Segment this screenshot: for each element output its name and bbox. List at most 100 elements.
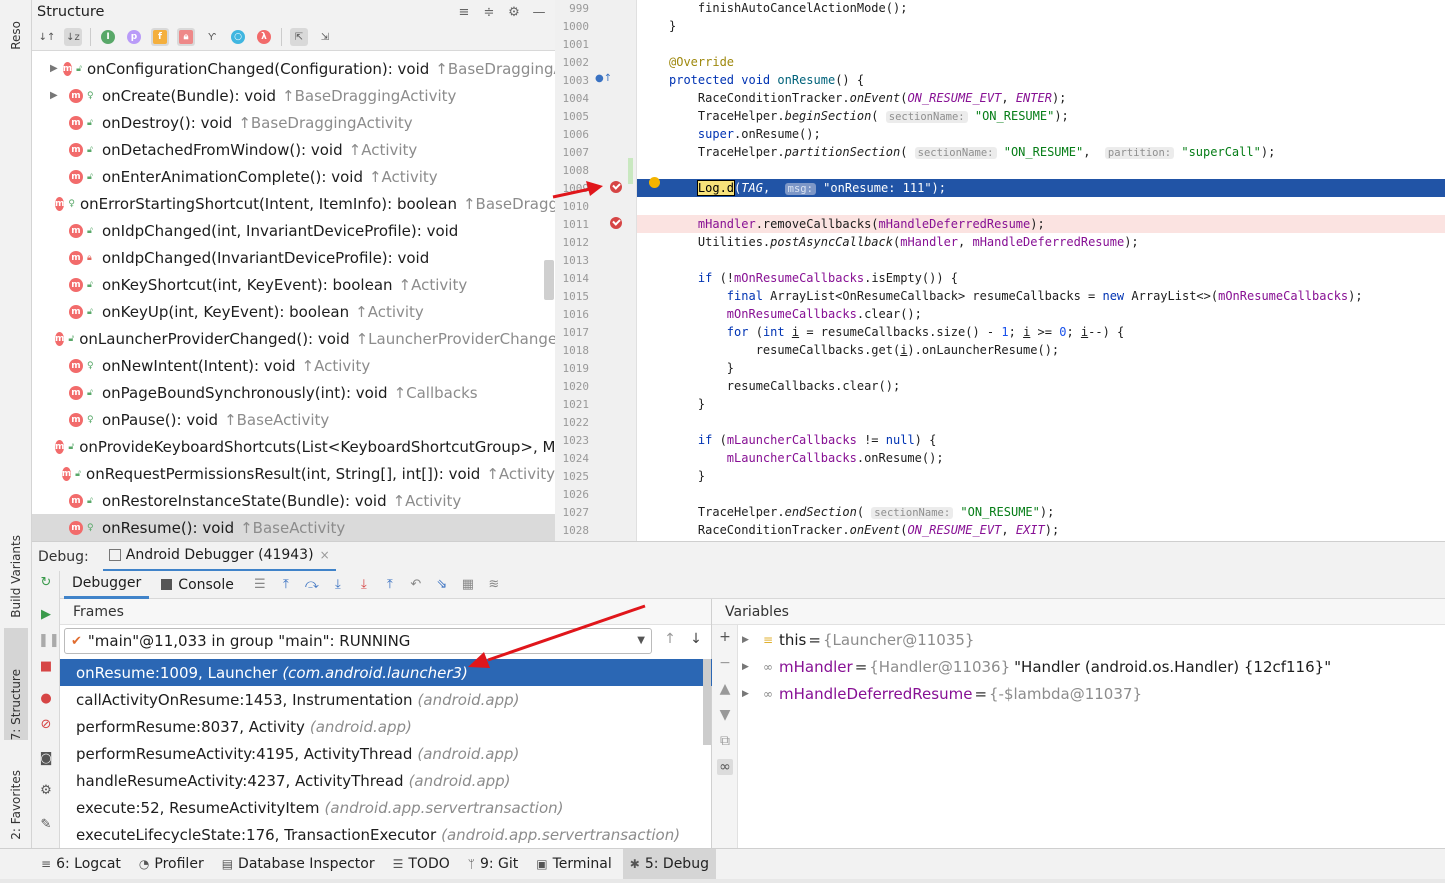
chevron-right-icon[interactable]: ▶ (742, 635, 752, 645)
thread-selector[interactable]: ✔ "main"@11,033 in group "main": RUNNING… (64, 628, 652, 654)
structure-item[interactable]: m 🔓︎ onLauncherProviderChanged(): void ↑Lau… (32, 325, 555, 352)
pause-icon[interactable]: ❚❚ (38, 633, 60, 649)
structure-item[interactable]: m 🔓︎ onDetachedFromWindow(): void ↑Activity (32, 136, 555, 163)
step-out-icon[interactable]: ⤒ (382, 577, 398, 593)
layout-menu-icon[interactable]: ☰ (252, 577, 268, 593)
add-watch-icon[interactable]: + (717, 629, 733, 645)
frame-item[interactable]: performResumeActivity:4195, ActivityThre… (60, 740, 712, 767)
tool-tab-resource-manager[interactable]: Reso (4, 0, 28, 50)
frame-item[interactable]: execute:52, ResumeActivityItem (android.a… (60, 794, 712, 821)
bottom-tab[interactable]: ◔ Profiler (132, 849, 211, 880)
structure-scrollbar[interactable] (544, 260, 554, 300)
method-icon: m (55, 196, 65, 211)
structure-item[interactable]: m 🔒︎ onIdpChanged(InvariantDeviceProfile):… (32, 244, 555, 271)
structure-item[interactable]: m 🔓︎ onKeyShortcut(int, KeyEvent): boolean… (32, 271, 555, 298)
collapse-all-icon[interactable]: ≑ (480, 3, 498, 21)
variable-item[interactable]: ▶ ∞ mHandleDeferredResume = {-$lambda@11037} (738, 680, 1142, 707)
editor-gutter[interactable]: 999 1000 1001 1002 1003 ●↑ 1004 1005 1006 1007 100… (555, 0, 637, 541)
bottom-tab[interactable]: ▤ Database Inspector (215, 849, 382, 880)
stop-icon[interactable]: ■ (38, 659, 54, 675)
chevron-right-icon[interactable]: ▶ (50, 63, 58, 74)
lambdas-icon[interactable]: Ƴ (203, 28, 221, 46)
fields-icon[interactable]: f (151, 28, 169, 46)
move-up-icon[interactable]: ▲ (717, 681, 733, 697)
bottom-tab[interactable]: ☰ TODO (386, 849, 457, 880)
structure-item[interactable]: m 🔓︎ onPageBoundSynchronously(int): void ↑C… (32, 379, 555, 406)
remove-watch-icon[interactable]: − (717, 655, 733, 671)
bottom-tab[interactable]: ▣ Terminal (529, 849, 619, 880)
properties-icon[interactable]: p (125, 28, 143, 46)
breakpoint-icon[interactable] (610, 217, 622, 229)
frame-item[interactable]: callActivityOnResume:1453, Instrumentati… (60, 686, 712, 713)
structure-item[interactable]: m ♀ onResume(): void ↑BaseActivity (32, 514, 555, 541)
duplicate-icon[interactable]: ⧉ (717, 733, 733, 749)
frames-scrollbar[interactable] (703, 659, 711, 745)
autoscroll-from-source-icon[interactable]: ⇲ (316, 28, 334, 46)
tool-tab-favorites[interactable]: 2: Favorites (4, 745, 28, 840)
bottom-tab[interactable]: ≡ 6: Logcat (34, 849, 128, 880)
chevron-right-icon[interactable]: ▶ (50, 90, 64, 101)
variable-item[interactable]: ▶ ∞ mHandler = {Handler@11036} "Handler (andr… (738, 653, 1331, 680)
tool-tab-build-variants[interactable]: Build Variants (4, 508, 28, 618)
frame-item[interactable]: handleResumeActivity:4237, ActivityThrea… (60, 767, 712, 794)
bottom-tab[interactable]: ✱ 5: Debug (622, 848, 716, 880)
step-into-icon[interactable]: ⤓ (330, 577, 346, 593)
bottom-tab[interactable]: ᛘ 9: Git (461, 849, 526, 880)
frame-item[interactable]: onResume:1009, Launcher (com.android.laun… (60, 659, 712, 686)
structure-item[interactable]: m 🔓︎ onDestroy(): void ↑BaseDraggingActivit… (32, 109, 555, 136)
hide-icon[interactable]: — (530, 3, 548, 21)
autoscroll-to-source-icon[interactable]: ⇱ (290, 28, 308, 46)
previous-frame-icon[interactable]: ↑ (662, 631, 678, 647)
run-to-cursor-icon[interactable]: ⇘ (434, 577, 450, 593)
structure-item[interactable]: ▶ m ♀ onCreate(Bundle): void ↑BaseDraggingAc… (32, 82, 555, 109)
trace-icon[interactable]: ≋ (486, 577, 502, 593)
frame-item[interactable]: executeLifecycleState:176, TransactionEx… (60, 821, 712, 848)
watch-glasses-icon[interactable]: ∞ (717, 759, 733, 775)
gear-icon[interactable]: ⚙ (505, 3, 523, 21)
override-marker-icon[interactable]: ●↑ (595, 73, 612, 84)
close-icon[interactable]: × (320, 548, 330, 562)
structure-item[interactable]: ▶ m 🔓︎ onConfigurationChanged(Configuration… (32, 56, 555, 82)
sort-alpha-icon[interactable]: ↓z (64, 28, 82, 46)
structure-item[interactable]: m ♀ onNewIntent(Intent): void ↑Activity (32, 352, 555, 379)
tab-console[interactable]: Console (153, 571, 242, 599)
frame-item[interactable]: performResume:8037, Activity (android.app… (60, 713, 712, 740)
show-execution-point-icon[interactable]: ⤒ (278, 577, 294, 593)
tool-tab-structure[interactable]: 7: Structure (4, 628, 28, 740)
code-editor[interactable]: finishAutoCancelActionMode(); } @Overrid… (637, 0, 1445, 541)
breakpoint-icon[interactable] (610, 181, 622, 193)
rerun-icon[interactable]: ↻ (38, 575, 54, 591)
pin-icon[interactable]: ✎ (38, 817, 54, 833)
lightbulb-icon[interactable] (649, 177, 660, 188)
evaluate-expression-icon[interactable]: ▦ (460, 577, 476, 593)
non-public-icon[interactable]: 🔒︎ (177, 28, 195, 46)
chevron-right-icon[interactable]: ▶ (742, 689, 752, 699)
anonymous-icon[interactable]: ○ (229, 28, 247, 46)
drop-frame-icon[interactable]: ↶ (408, 577, 424, 593)
variable-item[interactable]: ▶ ≡ this = {Launcher@11035} (738, 626, 974, 653)
step-over-icon[interactable]: ⤼ (304, 577, 320, 593)
structure-item[interactable]: m 🔓︎ onProvideKeyboardShortcuts(List<Keybo… (32, 433, 555, 460)
inherited-icon[interactable]: I (99, 28, 117, 46)
debug-session-tab[interactable]: Android Debugger (41943) × (102, 542, 336, 572)
view-breakpoints-icon[interactable]: ● (38, 691, 54, 707)
structure-item[interactable]: m ♀ onErrorStartingShortcut(Intent, ItemIn… (32, 190, 555, 217)
structure-item[interactable]: m 🔓︎ onRequestPermissionsResult(int, Strin… (32, 460, 555, 487)
structure-item[interactable]: m 🔓︎ onEnterAnimationComplete(): void ↑Acti… (32, 163, 555, 190)
next-frame-icon[interactable]: ↓ (688, 631, 704, 647)
resume-icon[interactable]: ▶ (38, 607, 54, 623)
structure-item[interactable]: m 🔓︎ onKeyUp(int, KeyEvent): boolean ↑Activ… (32, 298, 555, 325)
expand-all-icon[interactable]: ≡ (455, 3, 473, 21)
move-down-icon[interactable]: ▼ (717, 707, 733, 723)
gear-icon[interactable]: ⚙ (38, 783, 54, 799)
lambda-icon[interactable]: λ (255, 28, 273, 46)
sort-visibility-icon[interactable]: ↓↑ (38, 28, 56, 46)
tab-debugger[interactable]: Debugger (64, 571, 150, 599)
structure-item[interactable]: m 🔓︎ onRestoreInstanceState(Bundle): void ↑… (32, 487, 555, 514)
structure-item[interactable]: m 🔓︎ onIdpChanged(int, InvariantDeviceProf… (32, 217, 555, 244)
chevron-right-icon[interactable]: ▶ (742, 662, 752, 672)
mute-breakpoints-icon[interactable]: ⊘ (38, 717, 54, 733)
camera-icon[interactable]: ◙ (38, 751, 54, 767)
force-step-into-icon[interactable]: ⤓ (356, 577, 372, 593)
structure-item[interactable]: m ♀ onPause(): void ↑BaseActivity (32, 406, 555, 433)
